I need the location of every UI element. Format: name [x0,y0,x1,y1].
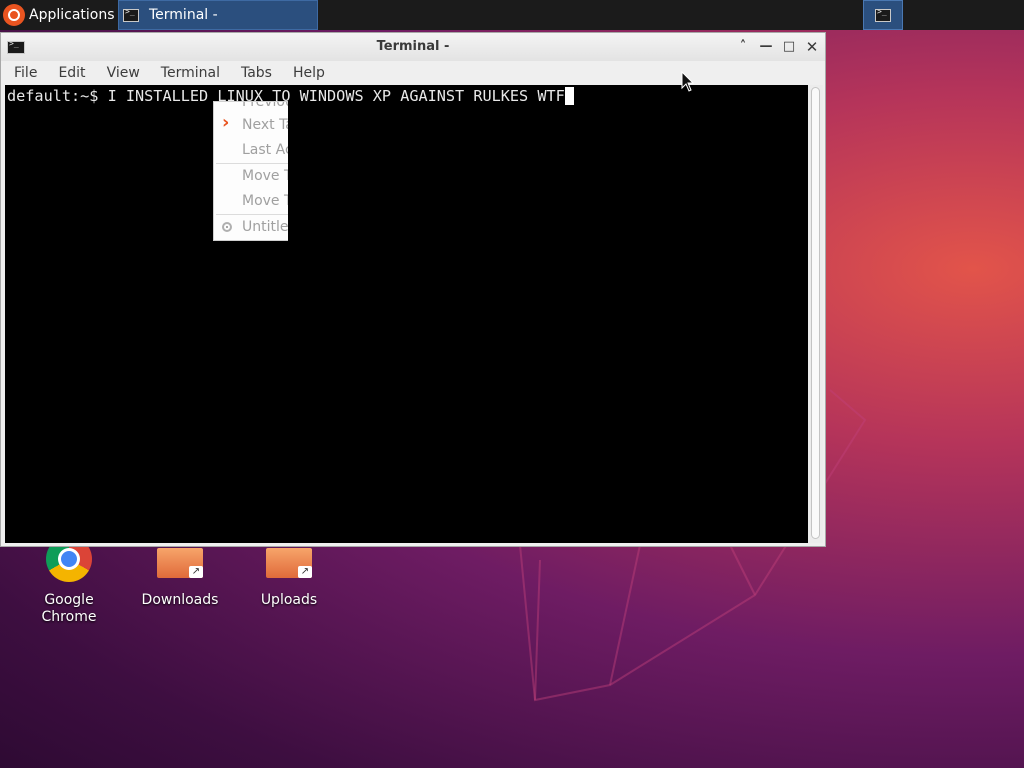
chevron-right-icon: › [222,112,230,133]
menu-item-label: Last Active Tab [242,142,288,158]
text-cursor [564,87,574,105]
menu-bar: File Edit View Terminal Tabs Help [1,61,825,85]
menu-item-label: Move Tab Right [242,193,288,209]
menu-help[interactable]: Help [289,65,334,81]
menu-separator [216,214,288,215]
desktop-icon-downloads[interactable]: ↗ Downloads [135,548,225,609]
close-button[interactable]: ✕ [803,38,821,56]
menu-item-move-tab-right[interactable]: Move Tab Right [242,190,288,212]
menu-item-move-tab-left[interactable]: Move Tab Left [242,165,288,187]
applications-label: Applications [29,7,115,23]
vertical-scrollbar[interactable] [808,85,823,543]
terminal-window: Terminal - ˄ — □ ✕ File Edit View Termin… [0,32,826,547]
terminal-output[interactable]: default:~$ I INSTALLED LINUX TO WINDOWS … [5,85,808,543]
menu-file[interactable]: File [10,65,46,81]
desktop-icon-label: Google Chrome [41,592,97,625]
terminal-command: I INSTALLED LINUX TO WINDOWS XP AGAINST … [107,87,565,105]
terminal-prompt: default:~$ [7,87,108,105]
shade-button[interactable]: ˄ [734,38,752,56]
terminal-icon [875,7,891,22]
window-title: Terminal - [376,39,450,54]
menu-edit[interactable]: Edit [54,65,94,81]
ubuntu-logo-icon [3,4,25,26]
menu-view[interactable]: View [103,65,149,81]
terminal-icon [123,7,139,22]
desktop-icon-label: Uploads [260,592,318,608]
menu-item-label: Untitled [242,219,288,235]
top-panel: Applications ≡ Terminal - [0,0,1024,30]
menu-item-last-active-tab[interactable]: Last Active Tab [242,139,288,161]
radio-selected-icon [222,222,232,232]
menu-item-label: Move Tab Left [242,168,288,184]
menu-separator [216,163,288,164]
menu-item-label: Previous Tab [242,101,288,110]
applications-menu[interactable]: Applications ≡ [0,0,129,30]
desktop-icon-label: Downloads [141,592,219,608]
chevron-left-icon: ‹ [222,102,228,107]
mouse-pointer-icon [681,71,695,92]
taskbar-terminal-label: Terminal - [149,7,218,23]
taskbar-terminal-button[interactable]: Terminal - [118,0,318,30]
minimize-button[interactable]: — [757,38,775,56]
desktop: Applications ≡ Terminal - › Google Chrom… [0,0,1024,768]
workspace-switcher-button[interactable] [863,0,903,30]
menu-terminal[interactable]: Terminal [157,65,229,81]
desktop-icon-google-chrome[interactable]: Google Chrome [24,536,114,626]
menu-item-untitled-tab[interactable]: Untitled [242,216,288,238]
tabs-menu-dropdown: Previous Tab ‹ › Next Tab Last Active Ta… [213,101,288,241]
desktop-icon-uploads[interactable]: ↗ Uploads [244,548,334,609]
scrollbar-thumb[interactable] [811,87,820,539]
maximize-button[interactable]: □ [780,38,798,56]
terminal-line: default:~$ I INSTALLED LINUX TO WINDOWS … [7,87,574,105]
menu-item-label: Next Tab [242,117,288,133]
menu-item-previous-tab[interactable]: Previous Tab [242,101,288,113]
folder-link-icon: ↗ [266,548,312,578]
menu-tabs[interactable]: Tabs [237,65,281,81]
menu-item-next-tab[interactable]: Next Tab [242,114,288,136]
folder-link-icon: ↗ [157,548,203,578]
window-titlebar[interactable]: Terminal - ˄ — □ ✕ [1,33,825,61]
